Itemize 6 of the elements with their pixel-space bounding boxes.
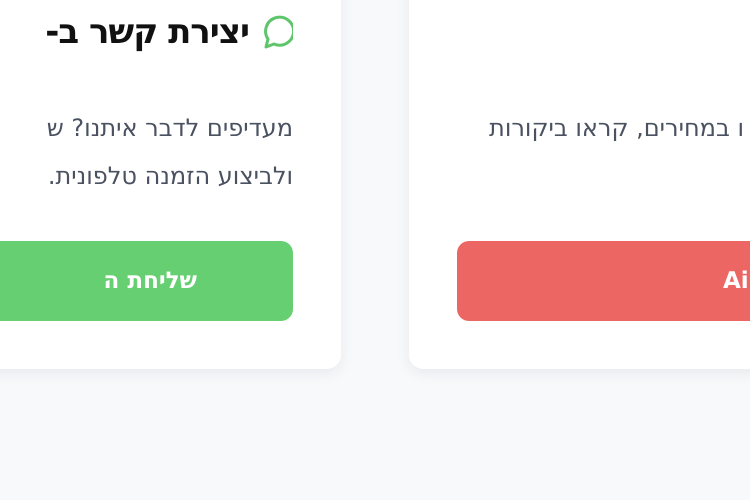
action-button[interactable]: Ai [457, 241, 750, 321]
action-button[interactable]: שליחת ה [0, 241, 293, 321]
card-description: מעדיפים לדבר איתנו? ש [46, 113, 293, 144]
card-title: יצירת קשר ב- [45, 12, 249, 52]
card-description: ו במחירים, קראו ביקורות [488, 113, 744, 144]
card-description: ולביצוע הזמנה טלפונית. [46, 161, 293, 192]
